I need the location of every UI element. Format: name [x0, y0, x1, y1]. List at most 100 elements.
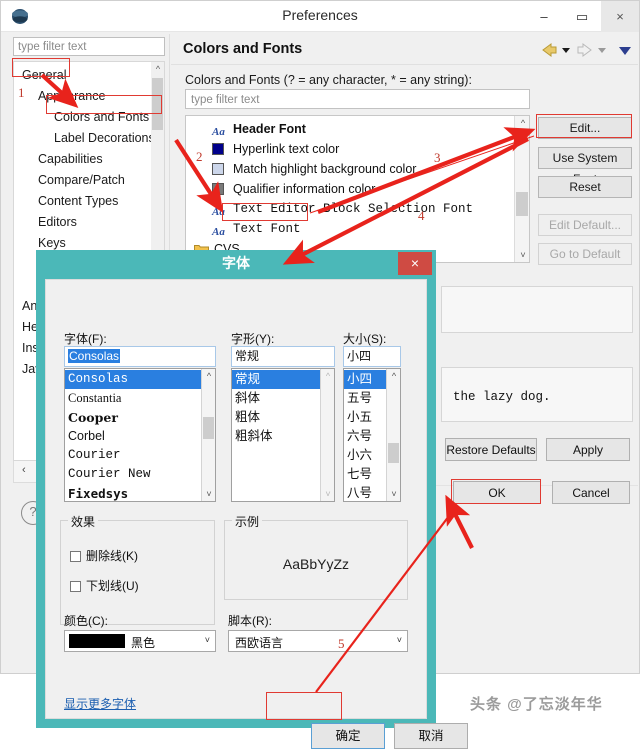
- font-style-option[interactable]: 粗体: [232, 408, 321, 427]
- colors-fonts-tree-item[interactable]: Aa Header Font: [186, 119, 514, 139]
- font-style-scrollbar[interactable]: ^ ˅: [320, 369, 334, 501]
- font-size-option[interactable]: 小五: [344, 408, 387, 427]
- font-dialog-cancel-button[interactable]: 取消: [394, 723, 468, 749]
- font-size-option[interactable]: 六号: [344, 427, 387, 446]
- font-size-option[interactable]: 八号: [344, 484, 387, 501]
- font-style-option[interactable]: 斜体: [232, 389, 321, 408]
- script-label: 脚本(R):: [228, 614, 272, 628]
- color-combobox[interactable]: 黑色 ˅: [64, 630, 216, 652]
- forward-dropdown-icon: [598, 48, 606, 53]
- colors-fonts-tree-item[interactable]: Match highlight background color: [186, 159, 514, 179]
- font-family-scrollbar[interactable]: ^ ˅: [201, 369, 215, 501]
- scrollbar-thumb[interactable]: [388, 443, 399, 463]
- maximize-button[interactable]: ▭: [563, 1, 601, 32]
- restore-defaults-button[interactable]: Restore Defaults: [445, 438, 537, 461]
- font-style-list[interactable]: 粗斜体 粗体 斜体 常规 ^ ˅: [231, 368, 335, 502]
- cancel-button[interactable]: Cancel: [552, 481, 630, 504]
- chevron-down-icon[interactable]: ˅: [518, 250, 528, 260]
- font-dialog-close-button[interactable]: ×: [398, 252, 432, 275]
- annotation-number-5: 5: [338, 636, 345, 651]
- color-label: 颜色(C):: [64, 614, 108, 628]
- font-style-option[interactable]: 粗斜体: [232, 427, 321, 446]
- apply-button[interactable]: Apply: [546, 438, 630, 461]
- sidebar-item-editors[interactable]: Editors: [14, 213, 164, 232]
- close-button[interactable]: ×: [601, 1, 639, 32]
- sidebar-item-label: Colors and Fonts: [54, 110, 150, 124]
- font-size-input[interactable]: 小四: [343, 346, 401, 367]
- font-size-option[interactable]: 五号: [344, 389, 387, 408]
- annotation-number-3: 3: [434, 150, 441, 165]
- sidebar-item-compare-patch[interactable]: Compare/Patch: [14, 171, 164, 190]
- minimize-button[interactable]: –: [525, 1, 563, 32]
- preview-box-upper: [441, 286, 633, 333]
- script-combobox[interactable]: 西欧语言 ˅: [228, 630, 408, 652]
- watermark: 头条 @了忘淡年华: [470, 696, 603, 713]
- colors-fonts-tree-item[interactable]: Hyperlink text color: [186, 139, 514, 159]
- font-family-option[interactable]: Fixedsys: [65, 484, 202, 501]
- section-title: Colors and Fonts: [183, 41, 303, 57]
- font-size-scrollbar[interactable]: ^ ˅: [386, 369, 400, 501]
- effects-group: [60, 520, 215, 625]
- scrollbar-thumb[interactable]: [516, 192, 528, 216]
- font-family-list[interactable]: Fixedsys Courier New Courier Corbel Cooper Co…: [64, 368, 216, 502]
- underline-checkbox[interactable]: [70, 581, 81, 592]
- colors-fonts-filter-input[interactable]: type filter text: [185, 89, 530, 109]
- sidebar-item-appearance[interactable]: Appearance: [14, 87, 164, 106]
- font-preview-text: the lazy dog.: [453, 390, 551, 404]
- colors-fonts-tree-item[interactable]: Aa Text Font: [186, 219, 514, 239]
- chevron-down-icon[interactable]: ˅: [205, 635, 210, 645]
- font-style-option[interactable]: 常规: [232, 370, 321, 389]
- edit-button[interactable]: Edit...: [538, 117, 632, 139]
- font-size-option[interactable]: 小六: [344, 446, 387, 465]
- font-dialog-ok-button[interactable]: 确定: [311, 723, 385, 749]
- go-to-default-button: Go to Default: [538, 243, 632, 265]
- sidebar-item-general[interactable]: General: [14, 66, 164, 85]
- strikeout-checkbox[interactable]: [70, 551, 81, 562]
- navigation-icons[interactable]: [539, 41, 635, 59]
- sidebar-item-content-types[interactable]: Content Types: [14, 192, 164, 211]
- font-size-list[interactable]: 八号 七号 小六 六号 小五 五号 小四 ^ ˅: [343, 368, 401, 502]
- use-system-font-button[interactable]: Use System Font: [538, 147, 632, 186]
- chevron-up-icon[interactable]: ^: [518, 118, 528, 128]
- sidebar-item-capabilities[interactable]: Capabilities: [14, 150, 164, 169]
- sidebar-item-label-decorations[interactable]: Label Decorations: [14, 129, 164, 148]
- reset-button[interactable]: Reset: [538, 176, 632, 198]
- ok-button[interactable]: OK: [453, 481, 541, 504]
- scrollbar-thumb[interactable]: [152, 78, 163, 130]
- color-swatch: [212, 183, 224, 195]
- font-family-option[interactable]: Corbel: [65, 427, 202, 446]
- sidebar-item-colors-and-fonts[interactable]: Colors and Fonts: [14, 108, 164, 127]
- font-family-option[interactable]: Consolas: [65, 370, 202, 389]
- sidebar-filter-input[interactable]: type filter text: [13, 37, 165, 56]
- colors-fonts-tree[interactable]: Aa Header Font Hyperlink text color Match h…: [185, 115, 530, 263]
- font-dialog: 字体 × 字体(F): 字形(Y): 大小(S): Consolas 常规 小四…: [36, 250, 468, 749]
- chevron-up-icon[interactable]: ^: [389, 371, 399, 381]
- chevron-down-icon[interactable]: ˅: [204, 489, 214, 499]
- font-style-input[interactable]: 常规: [231, 346, 335, 367]
- chevron-down-icon: ˅: [325, 489, 331, 499]
- colors-fonts-tree-item[interactable]: Aa Text Editor Block Selection Font: [186, 199, 514, 219]
- font-family-option[interactable]: Courier New: [65, 465, 202, 484]
- font-family-input[interactable]: Consolas: [64, 346, 216, 367]
- chevron-down-icon[interactable]: ˅: [397, 635, 402, 645]
- sample-text: AaBbYyZz: [282, 556, 350, 572]
- font-dialog-title: 字体: [222, 255, 250, 271]
- font-family-value: Consolas: [68, 349, 121, 363]
- chevron-down-icon[interactable]: ˅: [389, 489, 399, 499]
- font-size-option[interactable]: 七号: [344, 465, 387, 484]
- font-family-option[interactable]: Constantia: [65, 389, 202, 408]
- font-family-option[interactable]: Cooper: [65, 408, 202, 427]
- colors-fonts-scrollbar[interactable]: ^ ˅: [514, 116, 529, 262]
- chevron-up-icon[interactable]: ^: [153, 64, 163, 74]
- scrollbar-thumb[interactable]: [203, 417, 214, 439]
- sidebar-item-label: Keys: [38, 236, 66, 250]
- font-size-option[interactable]: 小四: [344, 370, 387, 389]
- chevron-up-icon[interactable]: ^: [204, 371, 214, 381]
- sidebar-item-label: Compare/Patch: [38, 173, 125, 187]
- sidebar-item-label: General: [22, 68, 67, 82]
- colors-fonts-tree-item[interactable]: Qualifier information color: [186, 179, 514, 199]
- font-family-option[interactable]: Courier: [65, 446, 202, 465]
- color-swatch: [212, 163, 224, 175]
- show-more-fonts-link[interactable]: 显示更多字体: [64, 695, 136, 712]
- aa-font-icon: Aa: [212, 126, 225, 138]
